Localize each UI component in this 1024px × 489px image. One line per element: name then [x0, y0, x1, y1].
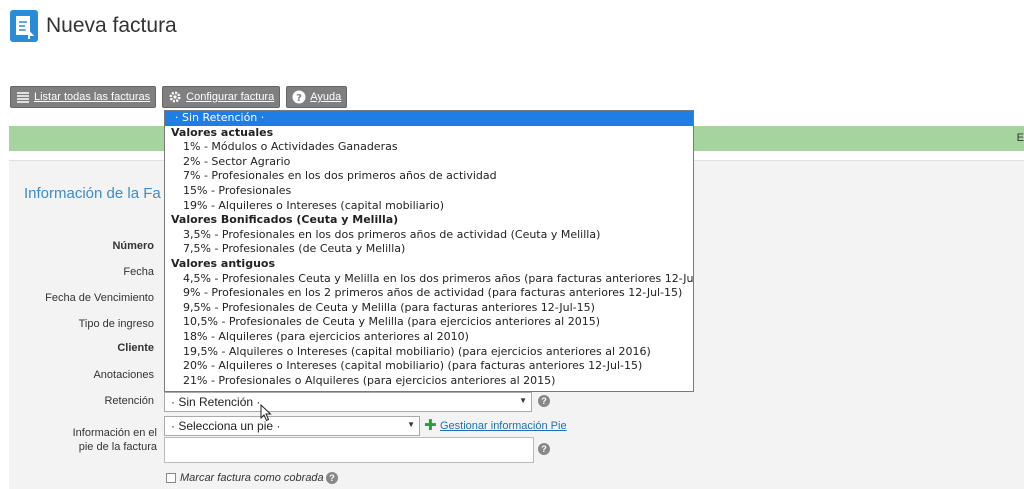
page-title: Nueva factura: [46, 14, 177, 37]
pie-label-line1: Información en el: [72, 427, 157, 439]
dropdown-option[interactable]: 19% - Alquileres o Intereses (capital mo…: [165, 199, 693, 214]
vencimiento-label: Fecha de Vencimiento: [45, 292, 154, 304]
dropdown-option[interactable]: 7,5% - Profesionales (de Ceuta y Melilla…: [165, 242, 693, 257]
dropdown-group-label: Valores actuales: [171, 125, 274, 139]
numero-label: Número: [112, 240, 154, 252]
plus-icon[interactable]: ✚: [424, 418, 437, 433]
retencion-select-value: · Sin Retención ·: [171, 395, 261, 409]
dropdown-option[interactable]: 19,5% - Alquileres o Intereses (capital …: [165, 345, 693, 360]
pie-select[interactable]: · Selecciona un pie · ▼: [164, 416, 420, 436]
mouse-cursor-icon: [260, 403, 272, 427]
dropdown-group-label: Valores Bonificados (Ceuta y Melilla): [171, 213, 399, 227]
pie-label-line2: pie de la factura: [78, 441, 157, 453]
question-icon: ?: [292, 90, 306, 104]
mark-paid-help-icon[interactable]: ?: [326, 472, 338, 484]
dropdown-option[interactable]: 18% - Alquileres (para ejercicios anteri…: [165, 330, 693, 345]
dropdown-option[interactable]: 20% - Alquileres o Intereses (capital mo…: [165, 359, 693, 374]
retencion-select[interactable]: · Sin Retención · ▼: [164, 392, 532, 412]
dropdown-option[interactable]: 9% - Profesionales en los 2 primeros año…: [165, 286, 693, 301]
dropdown-group-label: Valores antiguos: [171, 256, 276, 270]
mark-paid-checkbox[interactable]: [166, 473, 176, 483]
list-invoices-button[interactable]: Listar todas las facturas: [10, 86, 157, 108]
dropdown-option[interactable]: 2% - Sector Agrario: [165, 155, 693, 170]
mark-paid-label: Marcar factura como cobrada: [180, 472, 324, 484]
configure-invoice-label: Configurar factura: [186, 91, 275, 103]
notice-text: E: [1016, 132, 1024, 144]
dropdown-option[interactable]: 15% - Profesionales: [165, 184, 693, 199]
retencion-help-icon[interactable]: ?: [538, 395, 550, 407]
dropdown-option[interactable]: 7% - Profesionales en los dos primeros a…: [165, 169, 693, 184]
cliente-label: Cliente: [117, 342, 154, 354]
toolbar: Listar todas las facturas Configurar fac…: [10, 86, 348, 108]
list-icon: [16, 90, 30, 104]
gear-icon: [168, 90, 182, 104]
fecha-label: Fecha: [123, 266, 154, 278]
retencion-dropdown-list[interactable]: · Sin Retención · Valores actuales 1% - …: [164, 110, 694, 392]
list-invoices-label: Listar todas las facturas: [34, 91, 151, 103]
dropdown-option[interactable]: 9,5% - Profesionales de Ceuta y Melilla …: [165, 301, 693, 316]
configure-invoice-button[interactable]: Configurar factura: [162, 86, 281, 108]
chevron-down-icon: ▼: [519, 396, 527, 405]
invoice-icon: [10, 10, 38, 42]
manage-footer-link[interactable]: Gestionar información Pie: [440, 420, 567, 432]
dropdown-option[interactable]: 3,5% - Profesionales en los dos primeros…: [165, 228, 693, 243]
section-title: Información de la Fa: [24, 185, 161, 202]
dropdown-option[interactable]: 1% - Módulos o Actividades Ganaderas: [165, 140, 693, 155]
tipo-ingreso-label: Tipo de ingreso: [78, 318, 154, 330]
help-button[interactable]: ? Ayuda: [286, 86, 348, 108]
footer-textarea[interactable]: [164, 437, 534, 463]
retencion-label: Retención: [104, 395, 154, 407]
svg-text:?: ?: [296, 93, 302, 104]
anotaciones-label: Anotaciones: [93, 369, 154, 381]
dropdown-option[interactable]: 10,5% - Profesionales de Ceuta y Melilla…: [165, 315, 693, 330]
dropdown-option-selected[interactable]: · Sin Retención ·: [165, 111, 693, 126]
footer-help-icon[interactable]: ?: [538, 443, 550, 455]
dropdown-option[interactable]: 4,5% - Profesionales Ceuta y Melilla en …: [165, 272, 693, 287]
dropdown-option[interactable]: 21% - Profesionales o Alquileres (para e…: [165, 374, 693, 389]
chevron-down-icon: ▼: [407, 420, 415, 429]
help-label: Ayuda: [310, 91, 342, 103]
